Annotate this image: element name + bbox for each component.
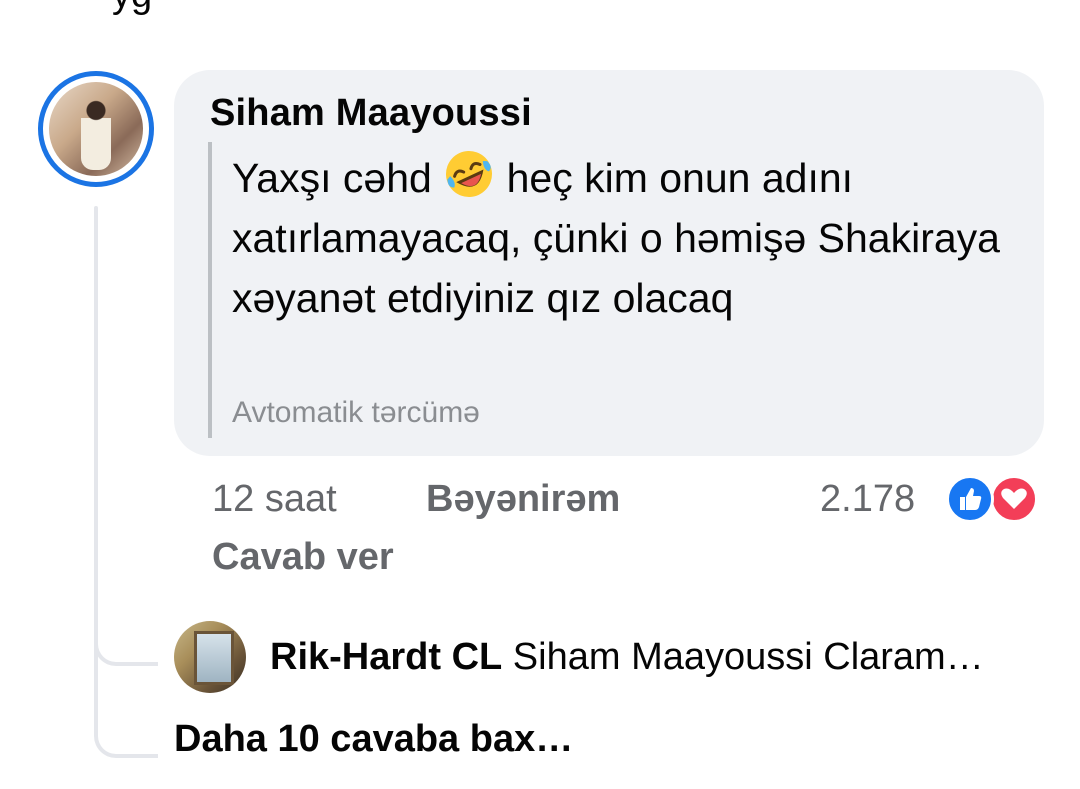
comment-timestamp[interactable]: 12 saat (212, 478, 337, 521)
thread-connector-reply (94, 628, 158, 666)
comment-author-name[interactable]: Siham Maayoussi (210, 92, 532, 135)
love-icon (990, 475, 1038, 523)
reply-preview-text: Siham Maayoussi Claram… (512, 636, 984, 678)
like-icon (946, 475, 994, 523)
reply-author-name[interactable]: Rik-Hardt CL (270, 636, 502, 678)
avatar-photo (49, 82, 143, 176)
view-more-replies-link[interactable]: Daha 10 cavaba bax… (174, 718, 573, 761)
reply-preview[interactable]: Rik-Hardt CL Siham Maayoussi Claram… (270, 636, 984, 679)
reply-button[interactable]: Cavab ver (212, 536, 394, 579)
comment-text: Yaxşı cəhd heç kim onun adını xatırlamay… (232, 148, 1022, 328)
like-button[interactable]: Bəyənirəm (426, 478, 620, 521)
comment-text-part-1: Yaxşı cəhd (232, 155, 444, 201)
previous-content-fragment: yg (112, 0, 152, 17)
laughing-emoji-icon (443, 148, 495, 200)
commenter-avatar[interactable] (38, 71, 154, 187)
reply-author-avatar[interactable] (174, 621, 246, 693)
translation-quote-bar (208, 142, 212, 438)
thread-connector-more (94, 720, 158, 758)
reaction-count[interactable]: 2.178 (820, 478, 915, 521)
auto-translation-label[interactable]: Avtomatik tərcümə (232, 396, 480, 430)
